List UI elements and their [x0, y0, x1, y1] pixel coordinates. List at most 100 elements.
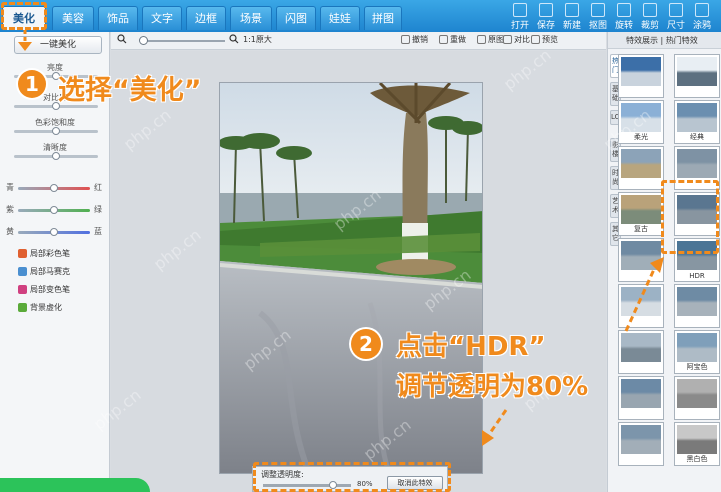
canvas-toolbar: 1:1原大 撤销 重做 原图 对比 预览 [111, 32, 606, 50]
action-icon [503, 35, 512, 44]
tool-option-0[interactable]: 局部彩色笔 [18, 248, 70, 259]
color-balance-slider-1[interactable] [18, 206, 90, 214]
color-right-label: 红 [94, 183, 102, 192]
action-label: 撤销 [412, 35, 428, 44]
tab-2[interactable]: 饰品 [98, 6, 138, 30]
effect-label: HDR [689, 272, 705, 280]
zoom-slider[interactable] [141, 40, 225, 42]
canvas-action-4[interactable]: 预览 [531, 34, 558, 45]
step2-text-line1: 点击“HDR” [396, 332, 546, 362]
effect-thumb-13[interactable]: 阿宝色 [674, 330, 720, 374]
step2-badge: 2 [351, 329, 381, 359]
new-icon [565, 3, 579, 17]
effect-label: 阿宝色 [686, 363, 708, 371]
effect-thumb-14[interactable] [618, 376, 664, 420]
adjust-slider-2[interactable] [14, 127, 98, 135]
tool-button-7[interactable]: 涂鸦 [690, 2, 714, 31]
tool-button-0[interactable]: 打开 [508, 2, 532, 31]
action-icon [477, 35, 486, 44]
effect-preview-image [677, 333, 717, 362]
option-label: 局部变色笔 [30, 285, 70, 294]
tool-button-5[interactable]: 裁剪 [638, 2, 662, 31]
step1-arrow-icon [18, 30, 32, 51]
canvas-action-1[interactable]: 重做 [439, 34, 466, 45]
edited-photo [219, 82, 483, 474]
effect-thumb-12[interactable] [618, 330, 664, 374]
tool-button-1[interactable]: 保存 [534, 2, 558, 31]
effect-preview-image [621, 57, 661, 86]
slider-knob[interactable] [52, 152, 60, 160]
step2-arrow-up-icon [624, 257, 664, 332]
tool-option-1[interactable]: 局部马赛克 [18, 266, 70, 277]
tab-3[interactable]: 文字 [142, 6, 182, 30]
option-label: 背景虚化 [30, 303, 62, 312]
tool-button-6[interactable]: 尺寸 [664, 2, 688, 31]
zoom-slider-knob[interactable] [139, 36, 148, 45]
tool-label: 新建 [562, 21, 581, 31]
tab-1[interactable]: 美容 [52, 6, 94, 30]
effect-thumb-17[interactable]: 黑白色 [674, 422, 720, 466]
cutout-icon [591, 3, 605, 17]
effect-thumb-6[interactable]: 复古 [618, 192, 664, 236]
tool-button-3[interactable]: 抠图 [586, 2, 610, 31]
action-label: 重做 [450, 35, 466, 44]
effect-thumb-2[interactable]: 柔光 [618, 100, 664, 144]
effect-thumb-3[interactable]: 经典 [674, 100, 720, 144]
effect-preview-image [621, 195, 661, 224]
effect-label: 柔光 [634, 133, 648, 141]
resize-icon [669, 3, 683, 17]
slider-knob[interactable] [50, 206, 58, 214]
folder-icon [513, 3, 527, 17]
brush-icon [18, 303, 27, 312]
adjust-slider-3[interactable] [14, 152, 98, 160]
crop-icon [643, 3, 657, 17]
effect-thumb-4[interactable] [618, 146, 664, 190]
canvas-action-0[interactable]: 撤销 [401, 34, 428, 45]
effect-thumb-1[interactable] [674, 54, 720, 98]
tool-label: 裁剪 [640, 21, 659, 31]
bottom-corner-decoration [0, 478, 150, 492]
effect-thumb-0[interactable] [618, 54, 664, 98]
step2-hdr-highlight-box [661, 180, 719, 254]
zoom-in-icon[interactable] [229, 34, 239, 44]
action-icon [401, 35, 410, 44]
tab-5[interactable]: 场景 [230, 6, 272, 30]
tool-label: 抠图 [588, 21, 607, 31]
color-balance-slider-0[interactable] [18, 184, 90, 192]
step1-badge: 1 [18, 70, 46, 98]
canvas-action-3[interactable]: 对比 [503, 34, 530, 45]
action-label: 预览 [542, 35, 558, 44]
brush-icon [18, 285, 27, 294]
brush-icon [695, 3, 709, 17]
slider-knob[interactable] [52, 127, 60, 135]
tab-6[interactable]: 闪图 [276, 6, 316, 30]
slider-knob[interactable] [50, 184, 58, 192]
effect-thumb-15[interactable] [674, 376, 720, 420]
tool-button-2[interactable]: 新建 [560, 2, 584, 31]
color-left-label: 黄 [6, 227, 14, 236]
canvas-action-2[interactable]: 原图 [477, 34, 504, 45]
effect-thumb-11[interactable] [674, 284, 720, 328]
effect-thumb-16[interactable] [618, 422, 664, 466]
option-label: 局部马赛克 [30, 267, 70, 276]
color-left-label: 青 [6, 183, 14, 192]
tool-button-4[interactable]: 旋转 [612, 2, 636, 31]
effect-preview-image [621, 333, 661, 362]
tool-option-2[interactable]: 局部变色笔 [18, 284, 70, 295]
effect-preview-image [621, 103, 661, 132]
effect-label: 经典 [690, 133, 704, 141]
effects-panel-title: 特效展示 | 热门特效 [608, 32, 721, 49]
zoom-level-text[interactable]: 1:1原大 [243, 34, 272, 45]
tab-7[interactable]: 娃娃 [320, 6, 360, 30]
step2-arrow-down-icon [482, 409, 508, 446]
effect-preview-image [677, 379, 717, 408]
tool-option-3[interactable]: 背景虚化 [18, 302, 62, 313]
color-balance-slider-2[interactable] [18, 228, 90, 236]
tab-4[interactable]: 边框 [186, 6, 226, 30]
zoom-out-icon[interactable] [117, 34, 127, 44]
effect-preview-image [677, 425, 717, 454]
slider-knob[interactable] [50, 228, 58, 236]
rotate-icon [617, 3, 631, 17]
step1-text: 选择“美化” [58, 75, 202, 106]
tab-8[interactable]: 拼图 [364, 6, 402, 30]
